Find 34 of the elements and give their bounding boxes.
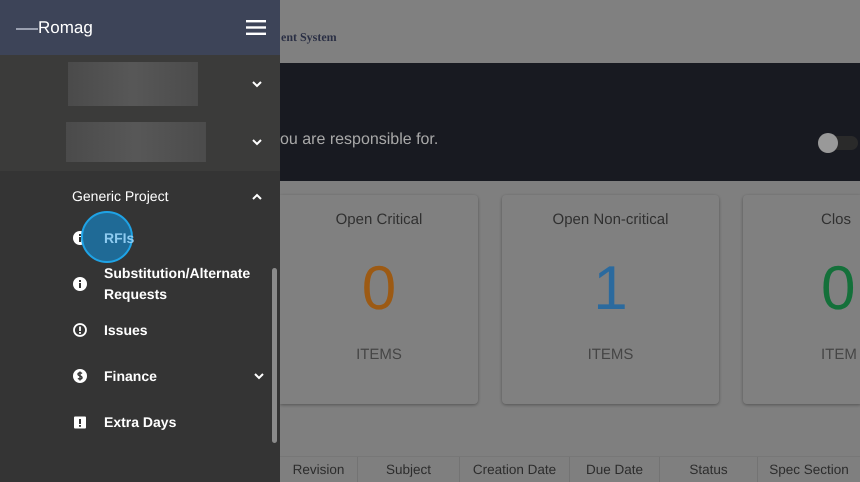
card-value: 0 [821,254,856,324]
group-label[interactable]: Generic Project [72,188,168,204]
card-title: Open Critical [336,211,422,228]
menu-item[interactable]: Extra Days [104,412,254,432]
chevron-icon[interactable] [252,138,262,146]
column-header[interactable]: Revision [280,457,358,482]
menu-item[interactable]: Finance [104,366,254,386]
app-title: ent System [281,30,337,45]
menu-item[interactable]: Substitution/Alternate Requests [104,263,254,305]
scrollbar[interactable] [272,268,277,443]
chevron-icon[interactable] [254,372,264,380]
card-unit: ITEMS [356,346,402,364]
column-header[interactable]: Creation Date [460,457,570,482]
card-title: Clos [821,211,852,228]
toggle-switch[interactable] [818,136,858,150]
menu-icon[interactable] [246,20,266,35]
card-unit: ITEMS [588,346,634,364]
card-value: 1 [593,254,628,324]
column-header[interactable]: Spec Section [758,457,860,482]
alert-icon [73,323,87,337]
column-header[interactable]: Due Date [570,457,660,482]
logo-icon [16,26,38,30]
dollar-icon [73,369,87,383]
chevron-icon[interactable] [252,192,262,200]
column-header[interactable]: Subject [358,457,460,482]
info-icon [73,277,87,291]
chevron-icon[interactable] [252,80,262,88]
card-unit: ITEM [821,346,857,364]
card-value: 0 [362,254,396,324]
card-title: Open Non-critical [552,211,668,228]
column-header[interactable]: Status [660,457,758,482]
brand-name: Romag [38,18,94,38]
menu-item[interactable]: Issues [104,320,254,340]
banner-text: ou are responsible for. [280,130,438,149]
